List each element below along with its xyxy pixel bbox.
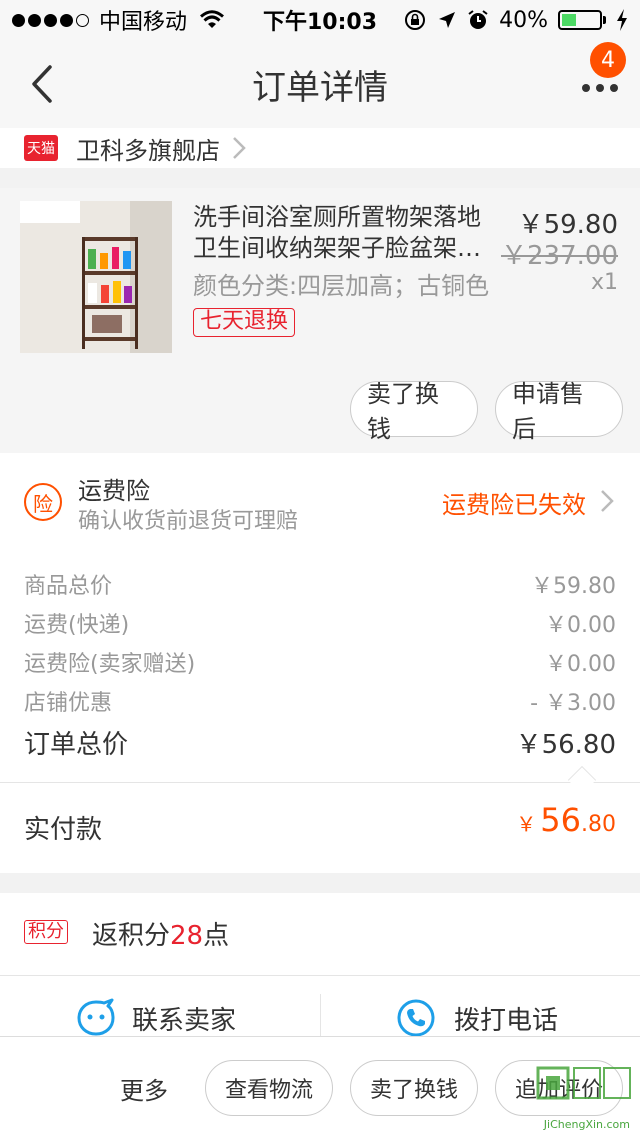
view-logistics-button[interactable]: 查看物流 <box>205 1060 333 1116</box>
product-title-line-2: 卫生间收纳架架子脸盆架置物架 <box>193 234 493 262</box>
sell-for-cash-button[interactable]: 卖了换钱 <box>350 380 478 443</box>
charging-bolt-icon <box>617 9 627 31</box>
paid-integer: 56 <box>540 801 581 839</box>
product-item[interactable]: 洗手间浴室厕所置物架落地 卫生间收纳架架子脸盆架置物架 颜色分类:四层加高；古铜… <box>0 188 640 453</box>
chevron-right-icon <box>601 490 614 512</box>
signal-strength-icon <box>12 13 89 27</box>
summary-value: - ￥3.00 <box>530 691 616 716</box>
product-image[interactable] <box>20 201 172 353</box>
battery-icon <box>558 10 606 30</box>
wifi-icon <box>200 10 224 28</box>
contact-seller-button[interactable]: 联系卖家 <box>76 998 236 1038</box>
call-phone-button[interactable]: 拨打电话 <box>396 998 558 1038</box>
paid-currency: ￥ <box>516 812 537 836</box>
alarm-icon <box>468 10 488 29</box>
insurance-title: 运费险 <box>78 477 150 505</box>
summary-row: 商品总价 ￥59.80 <box>24 565 616 603</box>
sell-for-cash-button[interactable]: 卖了换钱 <box>350 1060 478 1116</box>
paid-amount-row: 实付款 ￥ 56 .80 <box>0 783 640 873</box>
summary-row: 运费险(卖家赠送) ￥0.00 <box>24 643 616 681</box>
chevron-right-icon <box>233 137 246 159</box>
chevron-left-icon <box>32 65 52 103</box>
points-number: 28 <box>170 921 204 951</box>
summary-label: 店铺优惠 <box>24 691 113 716</box>
battery-percent: 40% <box>499 7 548 33</box>
order-total-value: ￥56.80 <box>515 729 616 760</box>
summary-value: ￥0.00 <box>545 613 616 638</box>
summary-row: 运费(快递) ￥0.00 <box>24 604 616 642</box>
shop-name: 卫科多旗舰店 <box>76 136 220 165</box>
contact-row: 联系卖家 拨打电话 <box>0 976 640 1038</box>
product-quantity: x1 <box>590 270 618 295</box>
order-total-row: 订单总价 ￥56.80 <box>24 723 616 761</box>
phone-icon <box>397 999 435 1037</box>
return-policy-tag: 七天退换 <box>193 308 296 337</box>
orientation-lock-icon <box>405 10 426 30</box>
summary-row: 店铺优惠 - ￥3.00 <box>24 682 616 720</box>
shop-row[interactable]: 天猫 卫科多旗舰店 <box>0 128 640 168</box>
chat-bubble-icon <box>77 998 115 1036</box>
back-button[interactable] <box>20 62 64 106</box>
page-title: 订单详情 <box>252 67 388 108</box>
shelf-rack-image <box>20 201 172 353</box>
paid-decimal: .80 <box>581 812 616 837</box>
location-arrow-icon <box>439 12 456 28</box>
insurance-status: 运费险已失效 <box>442 491 586 519</box>
after-sale-button[interactable]: 申请售后 <box>495 380 623 443</box>
summary-value: ￥59.80 <box>531 574 616 599</box>
status-bar: 中国移动 下午10:03 40% <box>0 0 640 40</box>
paid-amount: ￥ 56 .80 <box>516 801 616 839</box>
insurance-icon: 险 <box>24 483 62 521</box>
summary-label: 商品总价 <box>24 574 113 599</box>
insurance-description: 确认收货前退货可理赔 <box>78 509 299 534</box>
contact-seller-label: 联系卖家 <box>132 1005 237 1036</box>
points-suffix: 点 <box>203 921 230 951</box>
notification-badge: 4 <box>590 42 626 78</box>
price-summary: 商品总价 ￥59.80 运费(快递) ￥0.00 运费险(卖家赠送) ￥0.00… <box>0 553 640 783</box>
product-title-line-1: 洗手间浴室厕所置物架落地 <box>193 203 481 231</box>
call-phone-label: 拨打电话 <box>454 1005 559 1036</box>
points-prefix: 返积分 <box>92 921 171 951</box>
watermark-text: JiChengXin.com <box>543 1118 630 1131</box>
tmall-logo: 天猫 <box>24 135 58 161</box>
order-total-label: 订单总价 <box>24 729 129 760</box>
paid-label: 实付款 <box>24 815 103 845</box>
carrier-name: 中国移动 <box>99 10 188 35</box>
product-sku: 颜色分类:四层加高；古铜色 <box>193 272 490 300</box>
points-tag: 积分 <box>24 920 68 944</box>
summary-label: 运费(快递) <box>24 613 130 638</box>
summary-value: ￥0.00 <box>545 652 616 677</box>
freight-insurance-row[interactable]: 险 运费险 确认收货前退货可理赔 运费险已失效 <box>0 453 640 553</box>
product-original-price: ￥237.00 <box>501 241 618 271</box>
more-dots-icon <box>582 84 618 92</box>
divider <box>320 994 321 1038</box>
points-row: 积分 返积分28点 <box>0 893 640 975</box>
points-text: 返积分28点 <box>92 915 229 952</box>
more-actions-link[interactable]: 更多 <box>120 1071 168 1106</box>
summary-label: 运费险(卖家赠送) <box>24 652 196 677</box>
navigation-bar: 订单详情 4 <box>0 40 640 128</box>
product-title: 洗手间浴室厕所置物架落地 卫生间收纳架架子脸盆架置物架 <box>193 202 493 264</box>
